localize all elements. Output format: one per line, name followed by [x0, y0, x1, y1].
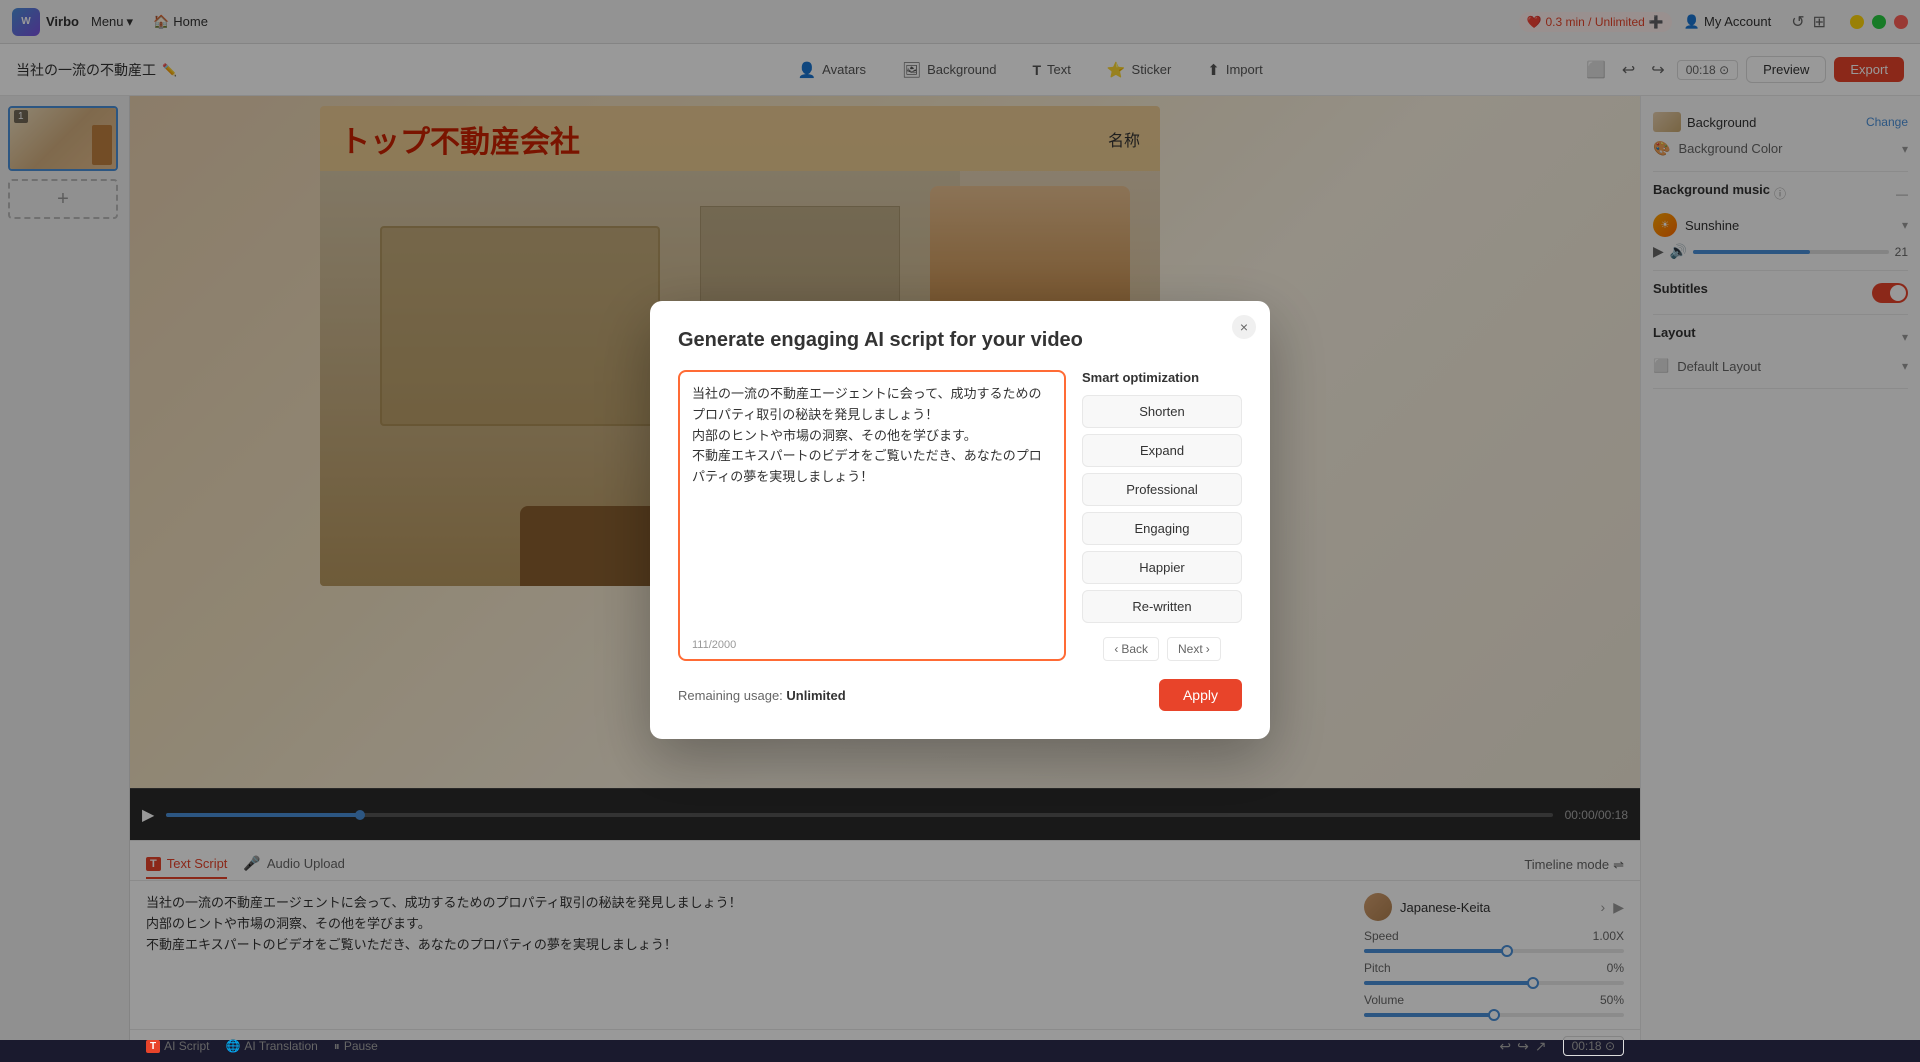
optimization-title: Smart optimization: [1082, 370, 1242, 385]
ai-translation-icon: 🌐: [225, 1039, 240, 1053]
next-button[interactable]: Next ›: [1167, 637, 1221, 661]
opt-navigation: ‹ Back Next ›: [1082, 637, 1242, 661]
shorten-button[interactable]: Shorten: [1082, 395, 1242, 428]
back-button[interactable]: ‹ Back: [1103, 637, 1159, 661]
remaining-value: Unlimited: [786, 688, 845, 703]
char-count: 111/2000: [692, 639, 736, 651]
modal-footer: Remaining usage: Unlimited Apply: [678, 679, 1242, 711]
ai-script-modal: × Generate engaging AI script for your v…: [650, 301, 1270, 739]
modal-overlay: × Generate engaging AI script for your v…: [0, 0, 1920, 1040]
engaging-button[interactable]: Engaging: [1082, 512, 1242, 545]
script-input-area: 当社の一流の不動産エージェントに会って、成功するためのプロパティ取引の秘訣を発見…: [678, 370, 1066, 661]
modal-title: Generate engaging AI script for your vid…: [678, 329, 1242, 352]
ai-script-icon: T: [146, 1040, 160, 1053]
remaining-usage: Remaining usage: Unlimited: [678, 688, 846, 703]
optimization-panel: Smart optimization Shorten Expand Profes…: [1082, 370, 1242, 661]
ai-translation-button[interactable]: 🌐 AI Translation: [225, 1039, 317, 1053]
expand-button[interactable]: Expand: [1082, 434, 1242, 467]
redo-bottom-icon[interactable]: ↪: [1517, 1038, 1529, 1055]
undo-bottom-icon[interactable]: ↩: [1499, 1038, 1511, 1055]
next-chevron-icon: ›: [1206, 642, 1210, 656]
professional-button[interactable]: Professional: [1082, 473, 1242, 506]
apply-button[interactable]: Apply: [1159, 679, 1242, 711]
pause-icon: ⏸: [334, 1039, 340, 1054]
modal-close-button[interactable]: ×: [1232, 315, 1256, 339]
back-chevron-icon: ‹: [1114, 642, 1118, 656]
script-textarea[interactable]: 当社の一流の不動産エージェントに会って、成功するためのプロパティ取引の秘訣を発見…: [692, 384, 1052, 584]
pause-button[interactable]: ⏸ Pause: [334, 1039, 378, 1054]
happier-button[interactable]: Happier: [1082, 551, 1242, 584]
ai-script-button[interactable]: T AI Script: [146, 1039, 209, 1053]
undo-redo-group: ↩ ↪ ↗: [1499, 1038, 1546, 1055]
modal-body: 当社の一流の不動産エージェントに会って、成功するためのプロパティ取引の秘訣を発見…: [678, 370, 1242, 661]
share-icon[interactable]: ↗: [1535, 1038, 1547, 1055]
rewritten-button[interactable]: Re-written: [1082, 590, 1242, 623]
